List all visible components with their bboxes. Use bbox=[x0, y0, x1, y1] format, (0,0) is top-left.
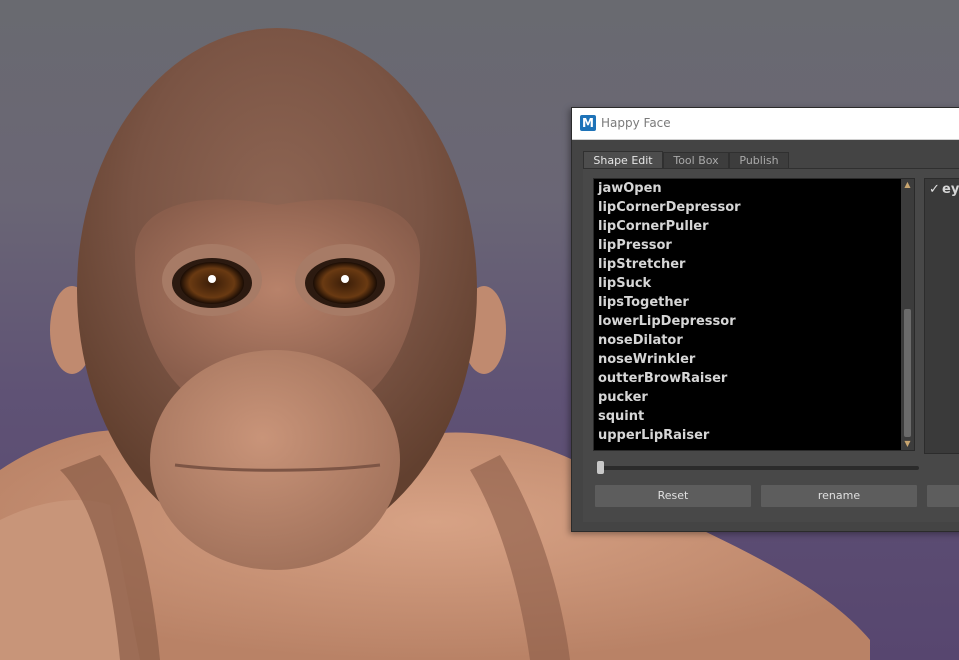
maya-logo-icon: M bbox=[580, 115, 596, 131]
list-item[interactable]: lipStretcher bbox=[598, 255, 685, 274]
list-item[interactable]: lipPressor bbox=[598, 236, 672, 255]
scroll-up-arrow-icon[interactable]: ▲ bbox=[901, 179, 914, 191]
weight-slider-handle[interactable] bbox=[597, 461, 604, 474]
list-item[interactable]: jawOpen bbox=[598, 179, 662, 198]
list-item[interactable]: lipsTogether bbox=[598, 293, 689, 312]
checkmark-icon: ✓ bbox=[929, 182, 940, 197]
list-item[interactable]: lipCornerPuller bbox=[598, 217, 709, 236]
list-item[interactable]: upperLipRaiser bbox=[598, 426, 709, 445]
target-item-label[interactable]: ey bbox=[942, 182, 959, 197]
tab-publish[interactable]: Publish bbox=[729, 152, 789, 169]
scroll-thumb[interactable] bbox=[904, 309, 911, 437]
list-item[interactable]: lipSuck bbox=[598, 274, 651, 293]
list-item[interactable]: lipCornerDepressor bbox=[598, 198, 741, 217]
shape-list[interactable]: jawOpen lipCornerDepressor lipCornerPull… bbox=[593, 178, 915, 451]
happy-face-window[interactable]: M Happy Face Shape Edit Tool Box Publish… bbox=[571, 107, 959, 532]
list-scrollbar[interactable]: ▲ ▼ bbox=[901, 179, 914, 450]
reset-button[interactable]: Reset bbox=[595, 485, 751, 507]
list-item[interactable]: noseDilator bbox=[598, 331, 683, 350]
title-bar[interactable]: M Happy Face bbox=[572, 108, 959, 140]
list-item[interactable]: outterBrowRaiser bbox=[598, 369, 727, 388]
tab-shape-edit[interactable]: Shape Edit bbox=[583, 151, 663, 169]
third-button[interactable] bbox=[927, 485, 959, 507]
shape-edit-panel: jawOpen lipCornerDepressor lipCornerPull… bbox=[583, 169, 959, 522]
list-item[interactable]: pucker bbox=[598, 388, 648, 407]
list-item[interactable]: lowerLipDepressor bbox=[598, 312, 736, 331]
rename-button[interactable]: rename bbox=[761, 485, 917, 507]
tab-tool-box[interactable]: Tool Box bbox=[663, 152, 729, 169]
scroll-down-arrow-icon[interactable]: ▼ bbox=[901, 438, 914, 450]
target-list[interactable]: ✓ ey bbox=[924, 178, 959, 454]
list-item[interactable]: squint bbox=[598, 407, 644, 426]
window-title: Happy Face bbox=[601, 116, 671, 130]
list-item[interactable]: noseWrinkler bbox=[598, 350, 695, 369]
weight-slider-track[interactable] bbox=[601, 466, 919, 470]
